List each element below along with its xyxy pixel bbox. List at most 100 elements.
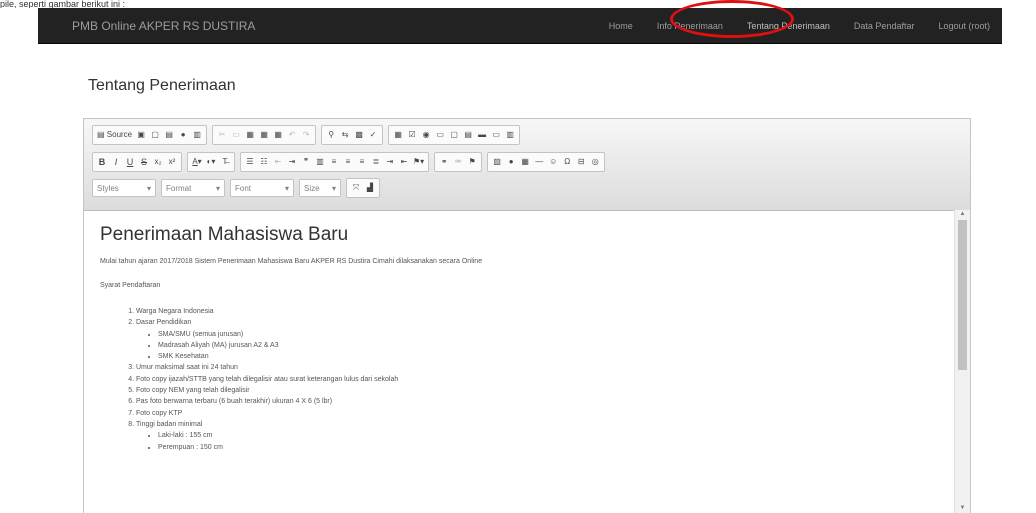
list-item: Warga Negara Indonesia xyxy=(136,306,938,317)
outdent-icon[interactable]: ⇤ xyxy=(271,154,285,170)
toolbar-group-tools: ⤧ ▟ xyxy=(346,178,380,198)
toolbar-row-1: ▤ Source ▣ ▢ ▤ ● ▥ ✂ ▭ ▦ ▦ ▦ ↶ ↷ ⚲ ⇆ ▩ ✓ xyxy=(92,125,525,145)
image-icon[interactable]: ▨ xyxy=(490,154,504,170)
toolbar-row-3: Styles ▾ Format ▾ Font ▾ Size ▾ ⤧ ▟ xyxy=(92,178,385,198)
numbered-list-icon[interactable]: ☰ xyxy=(243,154,257,170)
link-icon[interactable]: ⚭ xyxy=(437,154,451,170)
content-heading: Penerimaan Mahasiswa Baru xyxy=(100,224,349,245)
div-container-icon[interactable]: ▥ xyxy=(313,154,327,170)
styles-dropdown[interactable]: Styles ▾ xyxy=(92,179,156,197)
toolbar-group-links: ⚭ ⚮ ⚑ xyxy=(434,152,483,172)
select-field-icon[interactable]: ▤ xyxy=(461,127,475,143)
source-label: Source xyxy=(106,130,133,139)
redo-icon[interactable]: ↷ xyxy=(299,127,313,143)
language-icon[interactable]: ⚑▾ xyxy=(411,154,426,170)
underline-button[interactable]: U xyxy=(123,154,137,170)
rtl-icon[interactable]: ⇤ xyxy=(397,154,411,170)
checkbox-icon[interactable]: ☑ xyxy=(405,127,419,143)
align-left-icon[interactable]: ≡ xyxy=(327,154,341,170)
hidden-field-icon[interactable]: ▥ xyxy=(503,127,517,143)
iframe-icon[interactable]: ◎ xyxy=(588,154,602,170)
list-item: Tinggi badan minimal Laki-laki : 155 cm … xyxy=(136,419,938,453)
toolbar-group-clipboard: ✂ ▭ ▦ ▦ ▦ ↶ ↷ xyxy=(212,125,317,145)
italic-button[interactable]: I xyxy=(109,154,123,170)
align-right-icon[interactable]: ≡ xyxy=(355,154,369,170)
editor-content[interactable]: Penerimaan Mahasiswa Baru Mulai tahun aj… xyxy=(84,210,954,513)
unlink-icon[interactable]: ⚮ xyxy=(451,154,465,170)
show-blocks-icon[interactable]: ▟ xyxy=(363,180,377,196)
toolbar-group-colors: A▾ ◐▾ T̶ xyxy=(187,152,235,172)
editor-scrollbar[interactable]: ▲ ▼ xyxy=(954,210,970,513)
toolbar-row-2: B I U S x₂ x² A▾ ◐▾ T̶ ☰ ☷ ⇤ ⇥ ❞ ▥ ≡ ≡ ≡… xyxy=(92,152,610,172)
requirements-list: Warga Negara Indonesia Dasar Pendidikan … xyxy=(100,306,938,453)
font-label: Font xyxy=(235,184,252,193)
nav-logout[interactable]: Logout (root) xyxy=(926,8,1002,44)
superscript-button[interactable]: x² xyxy=(165,154,179,170)
spellcheck-icon[interactable]: ✓ xyxy=(366,127,380,143)
flash-icon[interactable]: ● xyxy=(504,154,518,170)
maximize-icon[interactable]: ⤧ xyxy=(349,180,363,196)
save-icon[interactable]: ▣ xyxy=(134,127,148,143)
caption-text: pile, seperti gambar berikut ini : xyxy=(0,0,126,8)
remove-format-icon[interactable]: T̶ xyxy=(218,154,232,170)
scroll-up-icon[interactable]: ▲ xyxy=(955,210,970,219)
editor-toolbar: ▤ Source ▣ ▢ ▤ ● ▥ ✂ ▭ ▦ ▦ ▦ ↶ ↷ ⚲ ⇆ ▩ ✓ xyxy=(84,119,970,211)
new-page-icon[interactable]: ▢ xyxy=(148,127,162,143)
page-break-icon[interactable]: ⊟ xyxy=(574,154,588,170)
print-icon[interactable]: ▥ xyxy=(190,127,204,143)
list-item: Umur maksimal saat ini 24 tahun xyxy=(136,362,938,373)
form-icon[interactable]: ▦ xyxy=(391,127,405,143)
blockquote-icon[interactable]: ❞ xyxy=(299,154,313,170)
align-justify-icon[interactable]: ≣ xyxy=(369,154,383,170)
size-label: Size xyxy=(304,184,320,193)
list-item: SMK Kesehatan xyxy=(158,351,938,362)
format-dropdown[interactable]: Format ▾ xyxy=(161,179,225,197)
find-icon[interactable]: ⚲ xyxy=(324,127,338,143)
anchor-icon[interactable]: ⚑ xyxy=(465,154,479,170)
paste-icon[interactable]: ▦ xyxy=(243,127,257,143)
bold-button[interactable]: B xyxy=(95,154,109,170)
source-button[interactable]: ▤ Source xyxy=(95,127,134,143)
align-center-icon[interactable]: ≡ xyxy=(341,154,355,170)
scroll-down-icon[interactable]: ▼ xyxy=(955,504,970,513)
chevron-down-icon: ▾ xyxy=(146,184,151,193)
size-dropdown[interactable]: Size ▾ xyxy=(299,179,341,197)
radio-icon[interactable]: ◉ xyxy=(419,127,433,143)
scroll-thumb[interactable] xyxy=(958,220,967,370)
textfield-icon[interactable]: ▭ xyxy=(433,127,447,143)
table-icon[interactable]: ▦ xyxy=(518,154,532,170)
toolbar-group-insert: ▨ ● ▦ ― ☺ Ω ⊟ ◎ xyxy=(487,152,606,172)
nav-menu: Home Info Penerimaan Tentang Penerimaan … xyxy=(597,8,1002,44)
smiley-icon[interactable]: ☺ xyxy=(546,154,560,170)
navbar-brand[interactable]: PMB Online AKPER RS DUSTIRA xyxy=(72,8,255,44)
copy-icon[interactable]: ▭ xyxy=(229,127,243,143)
indent-icon[interactable]: ⇥ xyxy=(285,154,299,170)
font-dropdown[interactable]: Font ▾ xyxy=(230,179,294,197)
replace-icon[interactable]: ⇆ xyxy=(338,127,352,143)
text-color-button[interactable]: A▾ xyxy=(190,154,204,170)
toolbar-group-basicstyles: B I U S x₂ x² xyxy=(92,152,182,172)
nav-data-pendaftar[interactable]: Data Pendaftar xyxy=(842,8,927,44)
bg-color-icon[interactable]: ◐▾ xyxy=(204,154,218,170)
undo-icon[interactable]: ↶ xyxy=(285,127,299,143)
list-item: Pas foto berwarna terbaru (6 buah terakh… xyxy=(136,396,938,407)
subscript-button[interactable]: x₂ xyxy=(151,154,165,170)
paste-text-icon[interactable]: ▦ xyxy=(257,127,271,143)
button-field-icon[interactable]: ▬ xyxy=(475,127,489,143)
templates-icon[interactable]: ▤ xyxy=(162,127,176,143)
list-item: Foto copy NEM yang telah dilegalisir xyxy=(136,385,938,396)
strike-button[interactable]: S xyxy=(137,154,151,170)
bulleted-list-icon[interactable]: ☷ xyxy=(257,154,271,170)
special-char-icon[interactable]: Ω xyxy=(560,154,574,170)
list-item: SMA/SMU (semua jurusan) xyxy=(158,329,938,340)
paste-word-icon[interactable]: ▦ xyxy=(271,127,285,143)
ltr-icon[interactable]: ⇥ xyxy=(383,154,397,170)
select-all-icon[interactable]: ▩ xyxy=(352,127,366,143)
image-button-icon[interactable]: ▭ xyxy=(489,127,503,143)
nav-home[interactable]: Home xyxy=(597,8,645,44)
textarea-icon[interactable]: ▢ xyxy=(447,127,461,143)
horizontal-line-icon[interactable]: ― xyxy=(532,154,546,170)
styles-label: Styles xyxy=(97,184,119,193)
cut-icon[interactable]: ✂ xyxy=(215,127,229,143)
preview-icon[interactable]: ● xyxy=(176,127,190,143)
